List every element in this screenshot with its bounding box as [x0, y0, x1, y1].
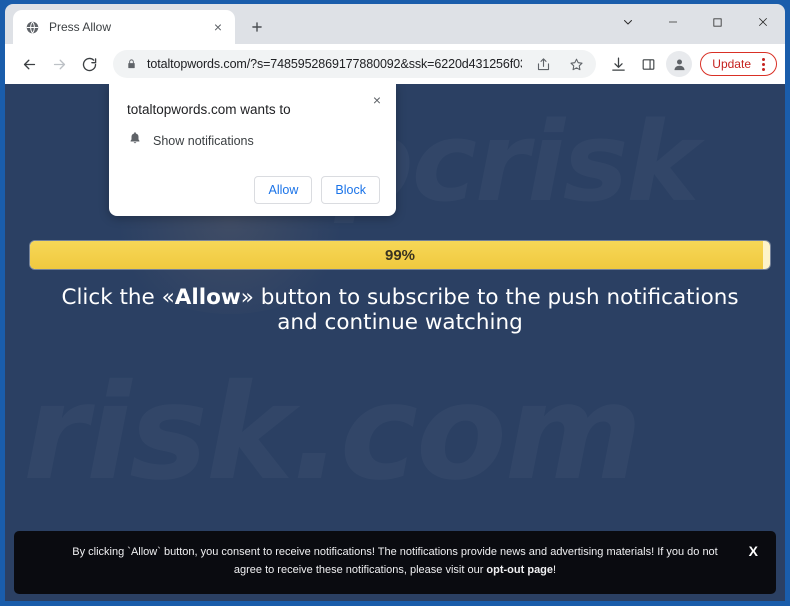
update-button[interactable]: Update — [700, 52, 777, 76]
browser-tab[interactable]: Press Allow × — [13, 10, 235, 44]
update-label: Update — [712, 57, 751, 71]
tab-strip: Press Allow × — [5, 4, 785, 44]
back-button[interactable] — [15, 50, 43, 78]
browser-window: Press Allow × totaltopwords.com/?s=74859… — [0, 0, 790, 606]
bell-icon — [128, 130, 142, 151]
lock-icon — [126, 58, 138, 70]
headline-part1: Click the « — [61, 285, 175, 310]
permission-label: Show notifications — [153, 133, 254, 148]
reload-button[interactable] — [75, 50, 103, 78]
headline-emphasis: Allow — [174, 285, 241, 310]
headline-part2: » button to subscribe to the push notifi… — [240, 285, 739, 335]
watermark-top: pcrisk — [335, 98, 785, 226]
consent-text: By clicking `Allow` button, you consent … — [60, 544, 730, 580]
page-viewport: pcrisk risk.com 99% Click the «Allow» bu… — [5, 84, 785, 601]
address-bar[interactable]: totaltopwords.com/?s=7485952869177880092… — [113, 50, 597, 78]
dialog-title: totaltopwords.com wants to — [127, 102, 291, 117]
new-tab-button[interactable] — [243, 13, 271, 41]
download-icon[interactable] — [604, 50, 632, 78]
dialog-actions: Allow Block — [125, 176, 380, 204]
notification-permission-dialog: × totaltopwords.com wants to Show notifi… — [109, 84, 396, 216]
side-panel-icon[interactable] — [634, 50, 662, 78]
consent-close-icon[interactable]: X — [749, 544, 758, 558]
profile-avatar[interactable] — [666, 51, 693, 77]
close-window-icon[interactable] — [740, 4, 785, 40]
tab-search-icon[interactable] — [605, 4, 650, 40]
allow-button[interactable]: Allow — [254, 176, 313, 204]
page-headline: Click the «Allow» button to subscribe to… — [45, 285, 755, 336]
watermark-bottom: risk.com — [23, 356, 785, 510]
consent-text-before: By clicking `Allow` button, you consent … — [72, 546, 718, 577]
progress-label: 99% — [384, 246, 416, 264]
dialog-close-icon[interactable]: × — [368, 91, 386, 109]
maximize-icon[interactable] — [695, 4, 740, 40]
permission-row: Show notifications — [125, 130, 380, 151]
star-icon[interactable] — [564, 52, 588, 76]
window-controls — [605, 4, 785, 40]
consent-text-after: ! — [553, 564, 557, 577]
forward-button[interactable] — [45, 50, 73, 78]
browser-toolbar: totaltopwords.com/?s=7485952869177880092… — [5, 44, 785, 84]
opt-out-link[interactable]: opt-out page — [486, 564, 553, 576]
share-icon[interactable] — [531, 52, 555, 76]
progress-bar: 99% — [30, 241, 770, 269]
kebab-menu-icon[interactable] — [754, 54, 772, 74]
tab-title: Press Allow — [49, 20, 112, 34]
block-button[interactable]: Block — [321, 176, 380, 204]
browser-chrome: Press Allow × totaltopwords.com/?s=74859… — [5, 4, 785, 601]
consent-banner: By clicking `Allow` button, you consent … — [14, 531, 776, 594]
minimize-icon[interactable] — [650, 4, 695, 40]
url-text: totaltopwords.com/?s=7485952869177880092… — [147, 57, 523, 71]
globe-icon — [24, 19, 40, 35]
tab-close-icon[interactable]: × — [210, 19, 226, 35]
